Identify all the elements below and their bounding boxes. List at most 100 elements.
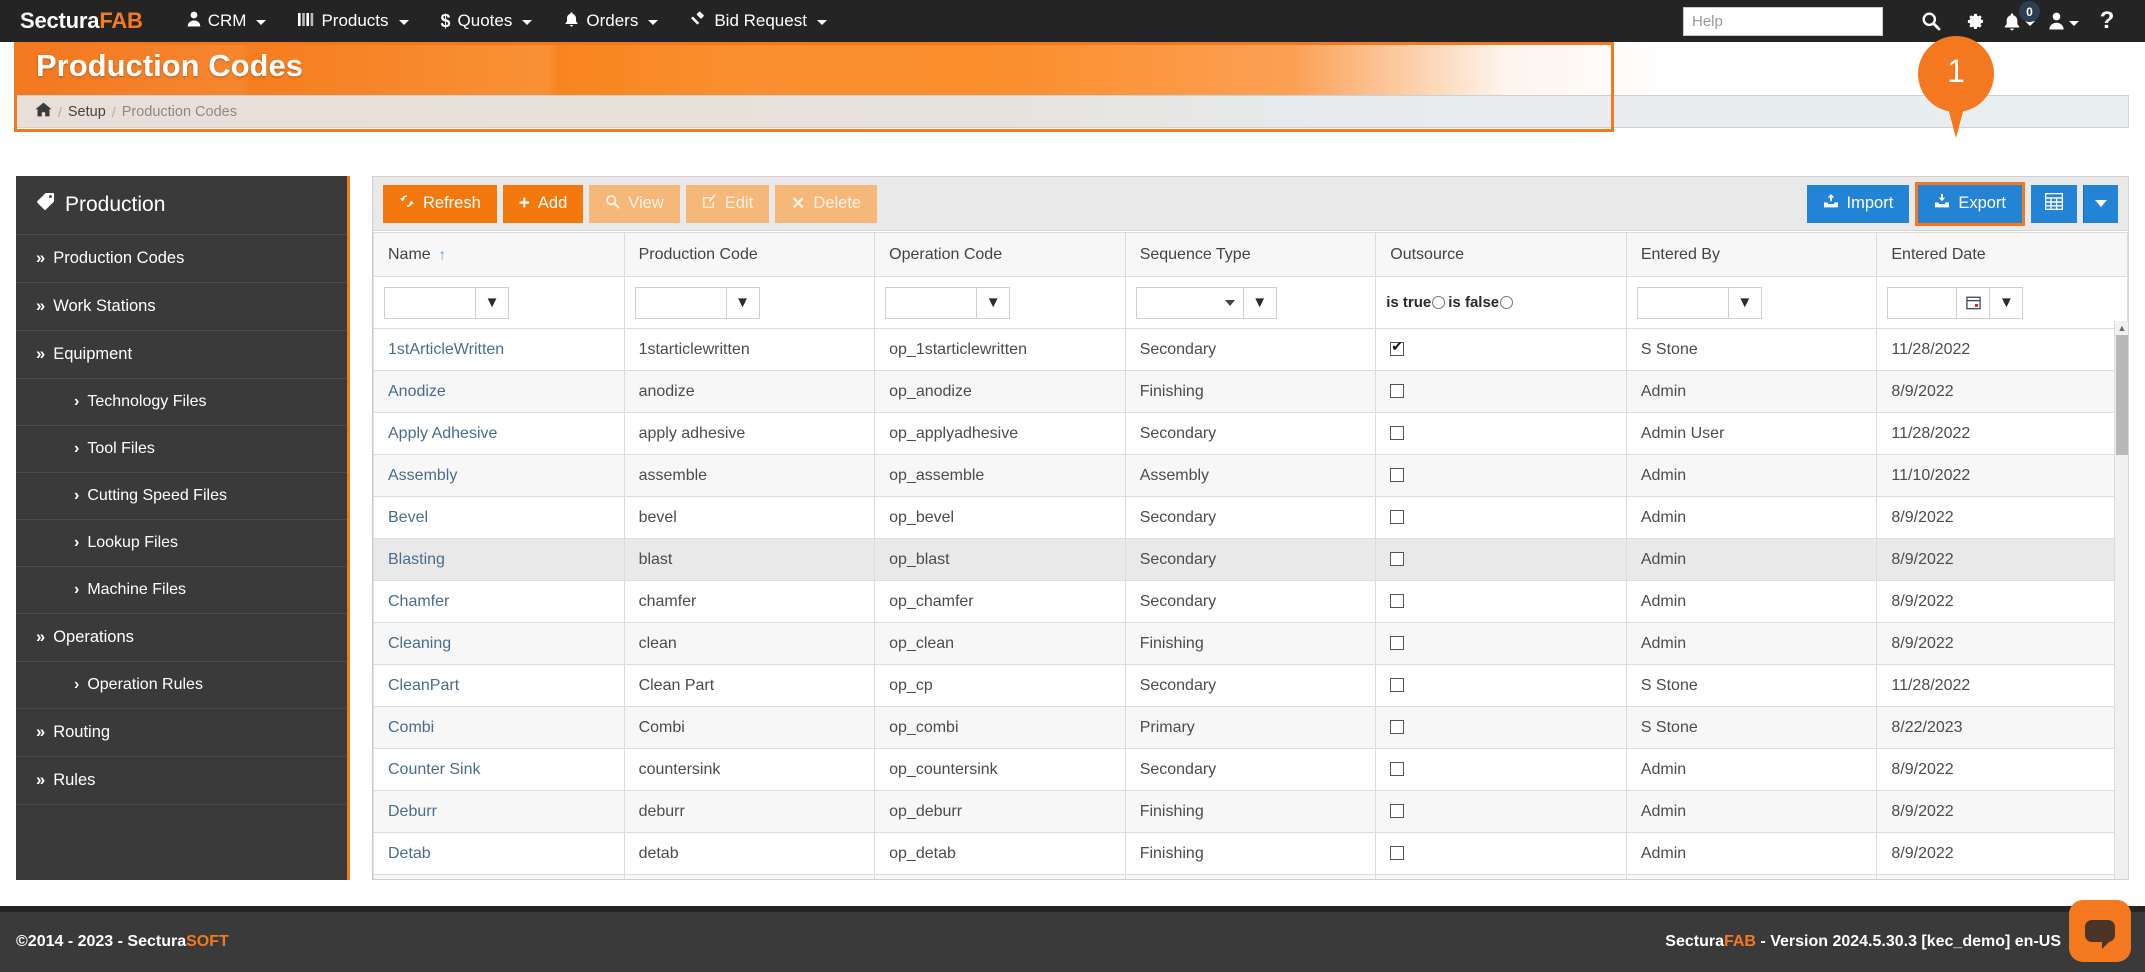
import-button[interactable]: Import xyxy=(1807,185,1910,223)
filter-input-production-code[interactable] xyxy=(635,287,727,319)
table-row[interactable]: Drilldrillop_drillSecondaryAdmin8/9/2024 xyxy=(374,875,2128,880)
filter-select-sequence-type[interactable] xyxy=(1136,287,1244,319)
sidebar-item-production-codes[interactable]: » Production Codes xyxy=(16,235,347,283)
outsource-checkbox[interactable] xyxy=(1390,384,1404,398)
cell-name: Cleaning xyxy=(374,623,625,665)
column-header-outsource[interactable]: Outsource xyxy=(1376,233,1627,277)
user-account-button[interactable] xyxy=(2041,0,2085,42)
table-row[interactable]: Cleaningcleanop_cleanFinishingAdmin8/9/2… xyxy=(374,623,2128,665)
cell-name: Anodize xyxy=(374,371,625,413)
export-button[interactable]: Export xyxy=(1918,185,2022,223)
scrollbar-thumb[interactable] xyxy=(2116,335,2128,455)
outsource-checkbox[interactable] xyxy=(1390,846,1404,860)
delete-button[interactable]: ✕ Delete xyxy=(775,185,877,223)
home-icon[interactable] xyxy=(17,102,58,121)
outsource-checkbox[interactable] xyxy=(1390,594,1404,608)
table-row[interactable]: Counter Sinkcountersinkop_countersinkSec… xyxy=(374,749,2128,791)
view-button[interactable]: View xyxy=(589,185,679,223)
sidebar-item-work-stations[interactable]: » Work Stations xyxy=(16,283,347,331)
help-question-icon[interactable]: ? xyxy=(2085,0,2129,42)
filter-input-name[interactable] xyxy=(384,287,476,319)
table-row[interactable]: CleanPartClean Partop_cpSecondaryS Stone… xyxy=(374,665,2128,707)
app-logo[interactable]: SecturaFAB xyxy=(20,8,143,34)
table-head: Name↑ Production Code Operation Code Seq… xyxy=(374,233,2128,329)
nav-item-orders[interactable]: Orders xyxy=(548,0,674,42)
delete-button-label: Delete xyxy=(813,194,861,213)
chat-bubble-icon[interactable] xyxy=(2069,900,2131,962)
filter-input-operation-code[interactable] xyxy=(885,287,977,319)
add-button[interactable]: + Add xyxy=(503,185,583,223)
filter-funnel-icon-sequence-type[interactable]: ▼ xyxy=(1244,287,1277,319)
table-row[interactable]: Deburrdeburrop_deburrFinishingAdmin8/9/2… xyxy=(374,791,2128,833)
filter-funnel-icon-production-code[interactable]: ▼ xyxy=(727,287,760,319)
nav-item-crm[interactable]: CRM xyxy=(171,0,283,42)
sidebar-item-technology-files[interactable]: › Technology Files xyxy=(16,379,347,426)
outsource-checkbox[interactable] xyxy=(1390,342,1404,356)
sidebar-item-rules[interactable]: » Rules xyxy=(16,757,347,805)
column-header-entered-date[interactable]: Entered Date xyxy=(1877,233,2128,277)
outsource-checkbox[interactable] xyxy=(1390,468,1404,482)
cell-sequence-type: Secondary xyxy=(1125,497,1376,539)
column-header-entered-by[interactable]: Entered By xyxy=(1626,233,1877,277)
table-row[interactable]: CombiCombiop_combiPrimaryS Stone8/22/202… xyxy=(374,707,2128,749)
cell-operation-code: op_bevel xyxy=(875,497,1126,539)
nav-item-products[interactable]: Products xyxy=(282,0,424,42)
sidebar-item-operations[interactable]: » Operations xyxy=(16,614,347,662)
sidebar-item-routing[interactable]: » Routing xyxy=(16,709,347,757)
sidebar-item-machine-files[interactable]: › Machine Files xyxy=(16,567,347,614)
table-row[interactable]: Detabdetabop_detabFinishingAdmin8/9/2022 xyxy=(374,833,2128,875)
sidebar-item-operation-rules[interactable]: › Operation Rules xyxy=(16,662,347,709)
calendar-icon[interactable] xyxy=(1957,287,1990,319)
filter-radio-is-false[interactable] xyxy=(1500,296,1513,309)
sidebar-item-lookup-files[interactable]: › Lookup Files xyxy=(16,520,347,567)
cell-operation-code: op_clean xyxy=(875,623,1126,665)
column-header-name[interactable]: Name↑ xyxy=(374,233,625,277)
table-row[interactable]: Anodizeanodizeop_anodizeFinishingAdmin8/… xyxy=(374,371,2128,413)
grid-options-dropdown-button[interactable] xyxy=(2083,185,2118,223)
table-row[interactable]: 1stArticleWritten1starticlewrittenop_1st… xyxy=(374,329,2128,371)
table-row[interactable]: Apply Adhesiveapply adhesiveop_applyadhe… xyxy=(374,413,2128,455)
cell-name: Chamfer xyxy=(374,581,625,623)
filter-radio-is-true[interactable] xyxy=(1432,296,1445,309)
outsource-checkbox[interactable] xyxy=(1390,804,1404,818)
table-vertical-scrollbar[interactable]: ▲ xyxy=(2114,321,2128,879)
outsource-checkbox[interactable] xyxy=(1390,510,1404,524)
outsource-checkbox[interactable] xyxy=(1390,636,1404,650)
filter-funnel-icon-entered-by[interactable]: ▼ xyxy=(1729,287,1762,319)
breadcrumb-item-setup[interactable]: Setup xyxy=(62,104,112,120)
filter-input-entered-by[interactable] xyxy=(1637,287,1729,319)
filter-funnel-icon-entered-date[interactable]: ▼ xyxy=(1990,287,2023,319)
notifications-bell-button[interactable]: 0 xyxy=(1997,0,2041,42)
edit-button[interactable]: Edit xyxy=(686,185,769,223)
filter-input-entered-date[interactable] xyxy=(1887,287,1957,319)
filter-funnel-icon-operation-code[interactable]: ▼ xyxy=(977,287,1010,319)
column-header-sequence-type[interactable]: Sequence Type xyxy=(1125,233,1376,277)
sidebar-item-tool-files[interactable]: › Tool Files xyxy=(16,426,347,473)
table-row[interactable]: Bevelbevelop_bevelSecondaryAdmin8/9/2022 xyxy=(374,497,2128,539)
nav-item-quotes[interactable]: $ Quotes xyxy=(425,0,549,42)
cell-name: Assembly xyxy=(374,455,625,497)
grid-layout-button[interactable] xyxy=(2031,185,2077,223)
cell-operation-code: op_assemble xyxy=(875,455,1126,497)
column-header-production-code[interactable]: Production Code xyxy=(624,233,875,277)
help-search-input[interactable] xyxy=(1683,7,1883,36)
footer-copyright-accent: SOFT xyxy=(186,933,229,950)
filter-funnel-icon-name[interactable]: ▼ xyxy=(476,287,509,319)
outsource-checkbox[interactable] xyxy=(1390,552,1404,566)
chevron-right-icon: › xyxy=(74,440,79,458)
outsource-checkbox[interactable] xyxy=(1390,426,1404,440)
nav-item-bid-request[interactable]: Bid Request xyxy=(674,0,843,42)
column-header-operation-code[interactable]: Operation Code xyxy=(875,233,1126,277)
brand-secura: Sectura xyxy=(20,8,99,33)
outsource-checkbox[interactable] xyxy=(1390,678,1404,692)
scroll-up-arrow-icon[interactable]: ▲ xyxy=(2115,321,2129,335)
outsource-checkbox[interactable] xyxy=(1390,720,1404,734)
refresh-button[interactable]: Refresh xyxy=(383,185,497,223)
sidebar-item-cutting-speed-files[interactable]: › Cutting Speed Files xyxy=(16,473,347,520)
sidebar-item-equipment[interactable]: » Equipment xyxy=(16,331,347,379)
table-row[interactable]: Blastingblastop_blastSecondaryAdmin8/9/2… xyxy=(374,539,2128,581)
annotation-pin-1: 1 xyxy=(1918,36,1994,136)
outsource-checkbox[interactable] xyxy=(1390,762,1404,776)
table-row[interactable]: Chamferchamferop_chamferSecondaryAdmin8/… xyxy=(374,581,2128,623)
table-row[interactable]: Assemblyassembleop_assembleAssemblyAdmin… xyxy=(374,455,2128,497)
